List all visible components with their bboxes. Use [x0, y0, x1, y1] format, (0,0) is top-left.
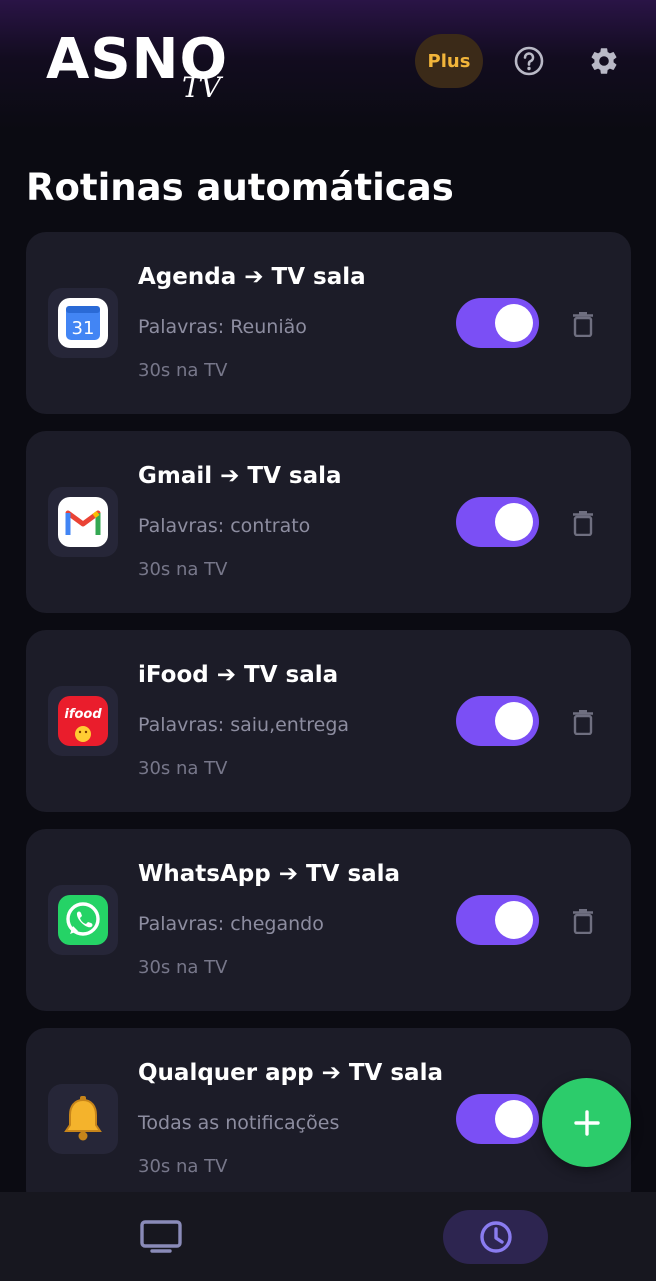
tv-icon [140, 1220, 182, 1253]
trash-icon [573, 909, 593, 934]
toggle-knob [495, 304, 533, 342]
nav-tv-button[interactable] [138, 1218, 184, 1256]
bottom-nav [0, 1192, 656, 1281]
delete-routine-button[interactable] [570, 509, 596, 537]
toggle-knob [495, 702, 533, 740]
routine-card-whatsapp[interactable]: WhatsApp ➔ TV sala Palavras: chegando 30s … [26, 829, 631, 1011]
trash-icon [573, 511, 593, 536]
routine-keywords: Todas as notificações [138, 1112, 340, 1134]
ifood-icon-text: ifood [64, 707, 102, 722]
nav-routines-button[interactable] [443, 1210, 548, 1264]
delete-routine-button[interactable] [570, 708, 596, 736]
routine-duration: 30s na TV [138, 957, 228, 978]
routine-app-name: iFood [138, 662, 209, 688]
routine-target: TV sala [244, 662, 339, 688]
logo-sub-text: TV [182, 71, 221, 104]
routine-enabled-toggle[interactable] [456, 298, 539, 348]
routine-app-name: Agenda [138, 264, 237, 290]
app-tile [48, 885, 118, 955]
routine-title: WhatsApp ➔ TV sala [138, 857, 400, 891]
routine-target: TV sala [348, 1060, 443, 1086]
routine-target: TV sala [247, 463, 342, 489]
routine-duration: 30s na TV [138, 1156, 228, 1177]
routine-keywords: Palavras: Reunião [138, 316, 307, 338]
routine-enabled-toggle[interactable] [456, 497, 539, 547]
trash-icon [573, 312, 593, 337]
delete-routine-button[interactable] [570, 310, 596, 338]
app-tile: 31 [48, 288, 118, 358]
routine-title: Agenda ➔ TV sala [138, 260, 366, 294]
routine-keywords: Palavras: chegando [138, 913, 324, 935]
routine-enabled-toggle[interactable] [456, 1094, 539, 1144]
routine-title: iFood ➔ TV sala [138, 658, 338, 692]
routine-app-name: Gmail [138, 463, 213, 489]
app-tile [48, 1084, 118, 1154]
help-button[interactable] [508, 40, 550, 82]
ifood-icon: ifood [58, 696, 108, 746]
routine-target: TV sala [305, 861, 401, 887]
gmail-icon [58, 497, 108, 547]
gear-icon [591, 48, 617, 74]
routine-title: Gmail ➔ TV sala [138, 459, 342, 493]
routine-enabled-toggle[interactable] [456, 696, 539, 746]
toggle-knob [495, 901, 533, 939]
app-tile: ifood [48, 686, 118, 756]
routine-keywords: Palavras: contrato [138, 515, 311, 537]
routine-card-any-app[interactable]: Qualquer app ➔ TV sala Todas as notificaçõ… [26, 1028, 631, 1210]
routine-app-name: Qualquer app [138, 1060, 314, 1086]
routine-target: TV sala [271, 264, 366, 290]
top-bar: ASNO TV Plus [0, 0, 656, 130]
app-tile [48, 487, 118, 557]
settings-button[interactable] [583, 40, 625, 82]
calendar-icon: 31 [58, 298, 108, 348]
arrow-icon: ➔ [321, 1060, 341, 1086]
routine-title: Qualquer app ➔ TV sala [138, 1056, 443, 1090]
routine-enabled-toggle[interactable] [456, 895, 539, 945]
routine-keywords: Palavras: saiu,entrega [138, 714, 350, 736]
whatsapp-icon [58, 895, 108, 945]
arrow-icon: ➔ [220, 463, 240, 489]
toggle-knob [495, 1100, 533, 1138]
routine-duration: 30s na TV [138, 559, 228, 580]
routine-duration: 30s na TV [138, 360, 228, 381]
delete-routine-button[interactable] [570, 907, 596, 935]
routine-app-name: WhatsApp [138, 861, 271, 887]
trash-icon [573, 710, 593, 735]
routine-duration: 30s na TV [138, 758, 228, 779]
bell-icon [64, 1096, 102, 1141]
page-title: Rotinas automáticas [26, 166, 454, 209]
arrow-icon: ➔ [278, 861, 298, 887]
calendar-icon-text: 31 [72, 318, 95, 339]
routine-card-ifood[interactable]: ifood iFood ➔ TV sala Palavras: saiu,entre… [26, 630, 631, 812]
routine-card-agenda[interactable]: 31 Agenda ➔ TV sala Palavras: Reunião 30s … [26, 232, 631, 414]
routine-card-gmail[interactable]: Gmail ➔ TV sala Palavras: contrato 30s na … [26, 431, 631, 613]
help-circle-icon [514, 46, 544, 76]
arrow-icon: ➔ [244, 264, 264, 290]
toggle-knob [495, 503, 533, 541]
clock-icon [479, 1221, 512, 1253]
arrow-icon: ➔ [216, 662, 237, 688]
add-routine-button[interactable] [542, 1078, 631, 1167]
asno-tv-logo: ASNO TV [46, 28, 246, 108]
plus-button[interactable]: Plus [415, 34, 483, 88]
plus-icon [573, 1109, 600, 1136]
